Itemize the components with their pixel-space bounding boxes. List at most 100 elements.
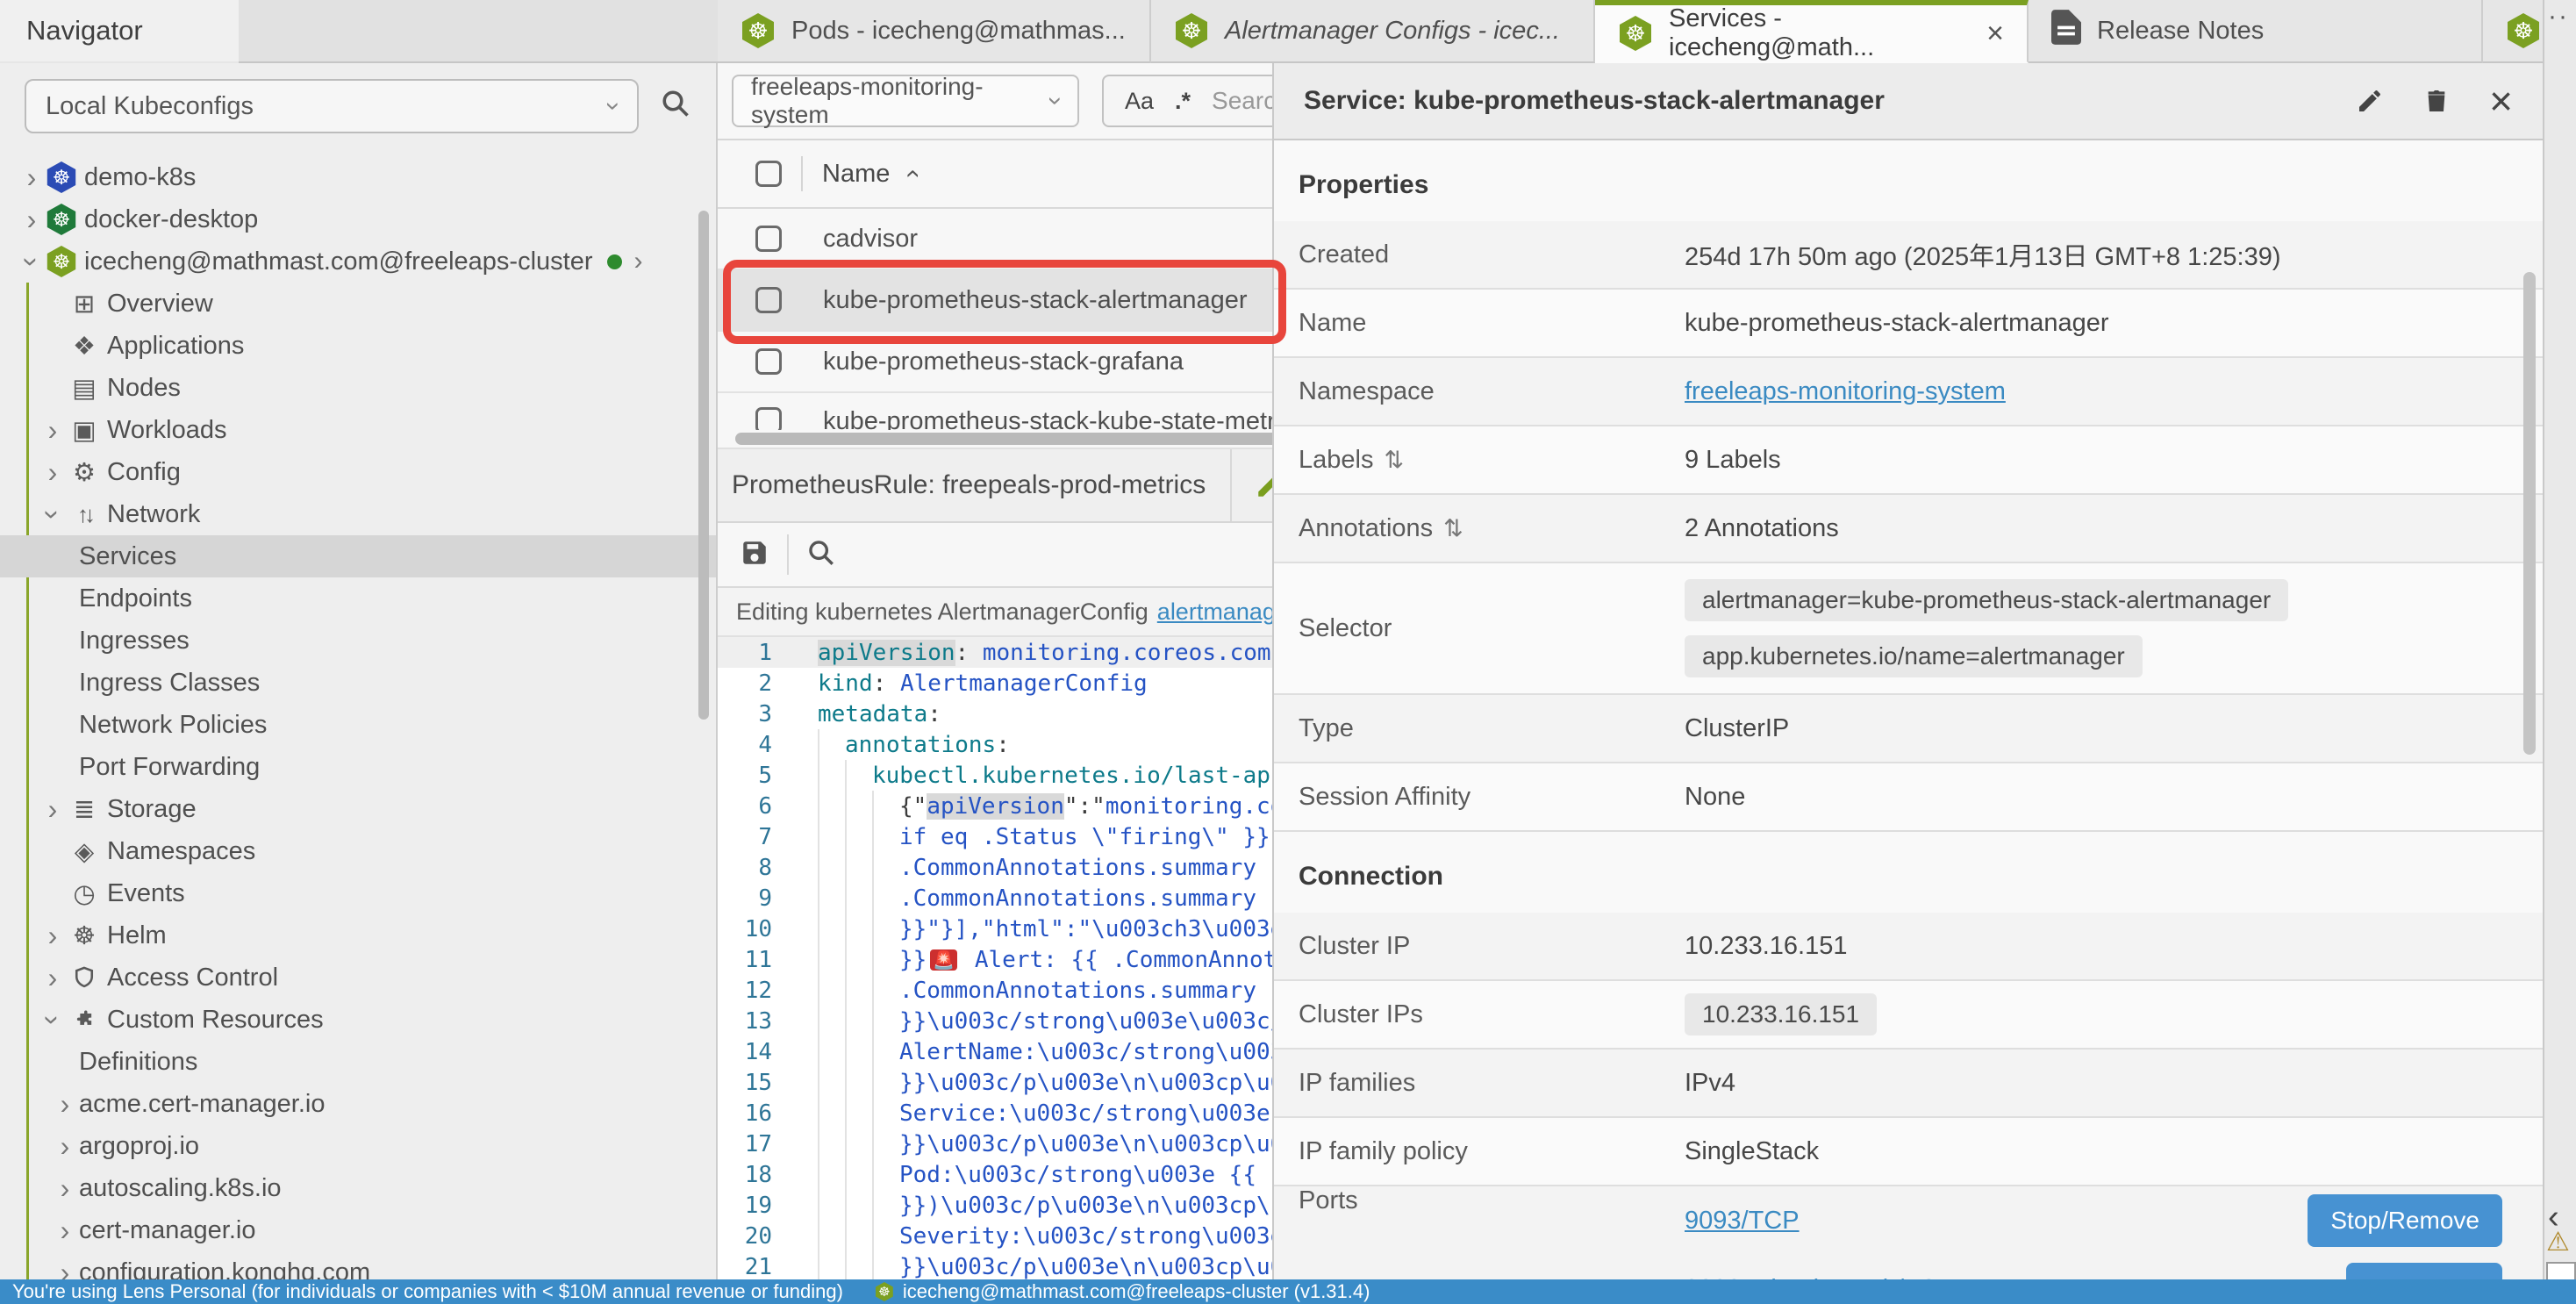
chevron-down-icon[interactable]: › — [37, 500, 69, 528]
sidebar-item-endpoints[interactable]: Endpoints — [0, 577, 716, 620]
namespace-link[interactable]: freeleaps-monitoring-system — [1685, 377, 2006, 405]
chevron-down-icon[interactable]: › — [37, 1006, 69, 1034]
overflow-dots: ·· — [2548, 2, 2569, 32]
detail-scrollbar[interactable] — [2523, 272, 2536, 755]
code-token: .CommonAnnotations.summary }} — [899, 885, 1298, 912]
search-icon[interactable] — [660, 88, 691, 119]
sidebar-item-config[interactable]: ›⚙Config — [0, 451, 716, 493]
kubernetes-icon: ☸ — [2506, 13, 2541, 48]
sidebar-item-docker-desktop[interactable]: ›☸docker-desktop — [0, 198, 716, 240]
close-icon[interactable]: × — [1986, 17, 2004, 51]
navigator-tab[interactable]: Navigator — [0, 0, 239, 63]
sidebar-item-autoscaling-k8s-io[interactable]: ›autoscaling.k8s.io — [0, 1167, 716, 1209]
code-text: AlertName:\u003c/strong\u003e — [818, 1036, 1298, 1067]
row-checkbox[interactable] — [755, 407, 782, 430]
sidebar-item-port-forwarding[interactable]: Port Forwarding — [0, 746, 716, 788]
top-tab-bar: Navigator ☸Pods - icecheng@mathmas...☸Al… — [0, 0, 2576, 63]
chevron-right-icon[interactable]: › — [39, 962, 67, 994]
sidebar-item-cert-manager-io[interactable]: ›cert-manager.io — [0, 1209, 716, 1251]
row-checkbox[interactable] — [755, 348, 782, 375]
sidebar-item-argoproj-io[interactable]: ›argoproj.io — [0, 1125, 716, 1167]
namespace-select[interactable]: freeleaps-monitoring-system › — [732, 75, 1079, 127]
chevron-right-icon[interactable]: › — [51, 1130, 79, 1163]
chevron-right-icon[interactable]: › — [18, 204, 46, 236]
chevron-right-icon[interactable]: › — [51, 1088, 79, 1121]
editor-search-icon[interactable] — [806, 538, 836, 572]
sidebar-item-ingress-classes[interactable]: Ingress Classes — [0, 662, 716, 704]
detail-row-label: Cluster IP — [1299, 932, 1685, 961]
chevron-right-icon[interactable]: › — [39, 920, 67, 952]
delete-trash-icon[interactable] — [2422, 87, 2451, 115]
indent-guide — [818, 883, 845, 914]
chevron-right-icon[interactable]: › — [51, 1172, 79, 1205]
sidebar-item-applications[interactable]: ❖Applications — [0, 325, 716, 367]
code-text: }}\u003c/p\u003e\n\u003cp\u003 — [818, 1251, 1312, 1282]
sidebar-item-ingresses[interactable]: Ingresses — [0, 620, 716, 662]
indent-guide — [845, 1036, 872, 1067]
sidebar-item-network-policies[interactable]: Network Policies — [0, 704, 716, 746]
sidebar-item-label: Port Forwarding — [79, 753, 260, 782]
chevron-right-icon[interactable]: › — [39, 793, 67, 826]
tab-release-notes[interactable]: Release Notes — [2029, 0, 2483, 63]
sidebar-item-demo-k8s[interactable]: ›☸demo-k8s — [0, 156, 716, 198]
indent-guide — [872, 1251, 899, 1282]
sidebar-item-label: Workloads — [107, 416, 226, 445]
code-token: }} — [899, 947, 927, 973]
match-case-toggle[interactable]: Aa — [1125, 88, 1154, 115]
row-checkbox[interactable] — [755, 226, 782, 252]
kubeconfig-select[interactable]: Local Kubeconfigs › — [25, 79, 639, 133]
tab-alertmanager-configs-icec-[interactable]: ☸Alertmanager Configs - icec... — [1151, 0, 1595, 63]
save-icon[interactable] — [740, 538, 769, 572]
row-checkbox[interactable] — [755, 287, 782, 313]
sidebar-item-storage[interactable]: ›≣Storage — [0, 788, 716, 830]
sidebar-item-icecheng-mathmast-com-freeleaps-cluster[interactable]: ›☸icecheng@mathmast.com@freeleaps-cluste… — [0, 240, 716, 283]
sidebar-item-definitions[interactable]: Definitions — [0, 1041, 716, 1083]
edit-pencil-icon[interactable] — [2356, 87, 2384, 115]
sidebar-item-nodes[interactable]: ▤Nodes — [0, 367, 716, 409]
connected-status-dot — [607, 254, 622, 269]
sort-updown-icon[interactable]: ⇅ — [1443, 515, 1463, 541]
port-link[interactable]: 9093/TCP — [1685, 1207, 1800, 1236]
sidebar-item-acme-cert-manager-io[interactable]: ›acme.cert-manager.io — [0, 1083, 716, 1125]
column-header-name[interactable]: Name — [822, 160, 890, 189]
line-number: 4 — [718, 732, 779, 758]
chevron-right-icon[interactable]: › — [634, 247, 643, 276]
indent-guide — [845, 1098, 872, 1128]
sidebar-scrollbar[interactable] — [698, 211, 709, 720]
sidebar-item-namespaces[interactable]: ◈Namespaces — [0, 830, 716, 872]
chevron-right-icon[interactable]: › — [18, 161, 46, 194]
line-number: 5 — [718, 763, 779, 789]
indent-guide — [845, 1128, 872, 1159]
sidebar-item-network[interactable]: ›↑↓Network — [0, 493, 716, 535]
code-text: apiVersion: monitoring.coreos.com/v1 — [818, 637, 1313, 668]
tab-services-icecheng-math-[interactable]: ☸Services - icecheng@math...× — [1595, 0, 2029, 63]
chevron-right-icon[interactable]: › — [39, 456, 67, 489]
sidebar-item-custom-resources[interactable]: ›Custom Resources — [0, 999, 716, 1041]
close-icon[interactable]: × — [2489, 81, 2513, 121]
regex-toggle[interactable]: .* — [1175, 88, 1191, 115]
sort-updown-icon[interactable]: ⇅ — [1384, 447, 1404, 473]
detail-row-session-affinity: Session AffinityNone — [1274, 763, 2543, 832]
port-action-button[interactable]: Stop/Remove — [2308, 1194, 2502, 1247]
tab-label: Pods - icecheng@mathmas... — [791, 17, 1126, 46]
indent-guide — [845, 1251, 872, 1282]
active-cluster-label[interactable]: icecheng@mathmast.com@freeleaps-cluster … — [903, 1280, 1370, 1303]
tab-pods-icecheng-mathmas-[interactable]: ☸Pods - icecheng@mathmas... — [718, 0, 1151, 63]
code-token: monitoring.coreos.com/v1 — [983, 640, 1313, 666]
sidebar-item-helm[interactable]: ›☸Helm — [0, 914, 716, 957]
sidebar-item-label: Applications — [107, 332, 244, 361]
service-name: kube-prometheus-stack-grafana — [823, 347, 1184, 376]
code-token: apiVersion — [927, 793, 1064, 820]
sidebar-item-events[interactable]: ◷Events — [0, 872, 716, 914]
indent-guide — [818, 1251, 845, 1282]
chevron-right-icon[interactable]: › — [39, 414, 67, 447]
detail-row-value: 10.233.16.151 — [1685, 932, 2543, 961]
select-all-checkbox[interactable] — [755, 161, 782, 187]
detail-row-label: Name — [1299, 309, 1685, 338]
sidebar-item-access-control[interactable]: ›Access Control — [0, 957, 716, 999]
sidebar-item-services[interactable]: Services — [0, 535, 716, 577]
chevron-right-icon[interactable]: › — [51, 1214, 79, 1247]
chevron-down-icon[interactable]: › — [16, 247, 48, 276]
sidebar-item-workloads[interactable]: ›▣Workloads — [0, 409, 716, 451]
sidebar-item-overview[interactable]: ⊞Overview — [0, 283, 716, 325]
